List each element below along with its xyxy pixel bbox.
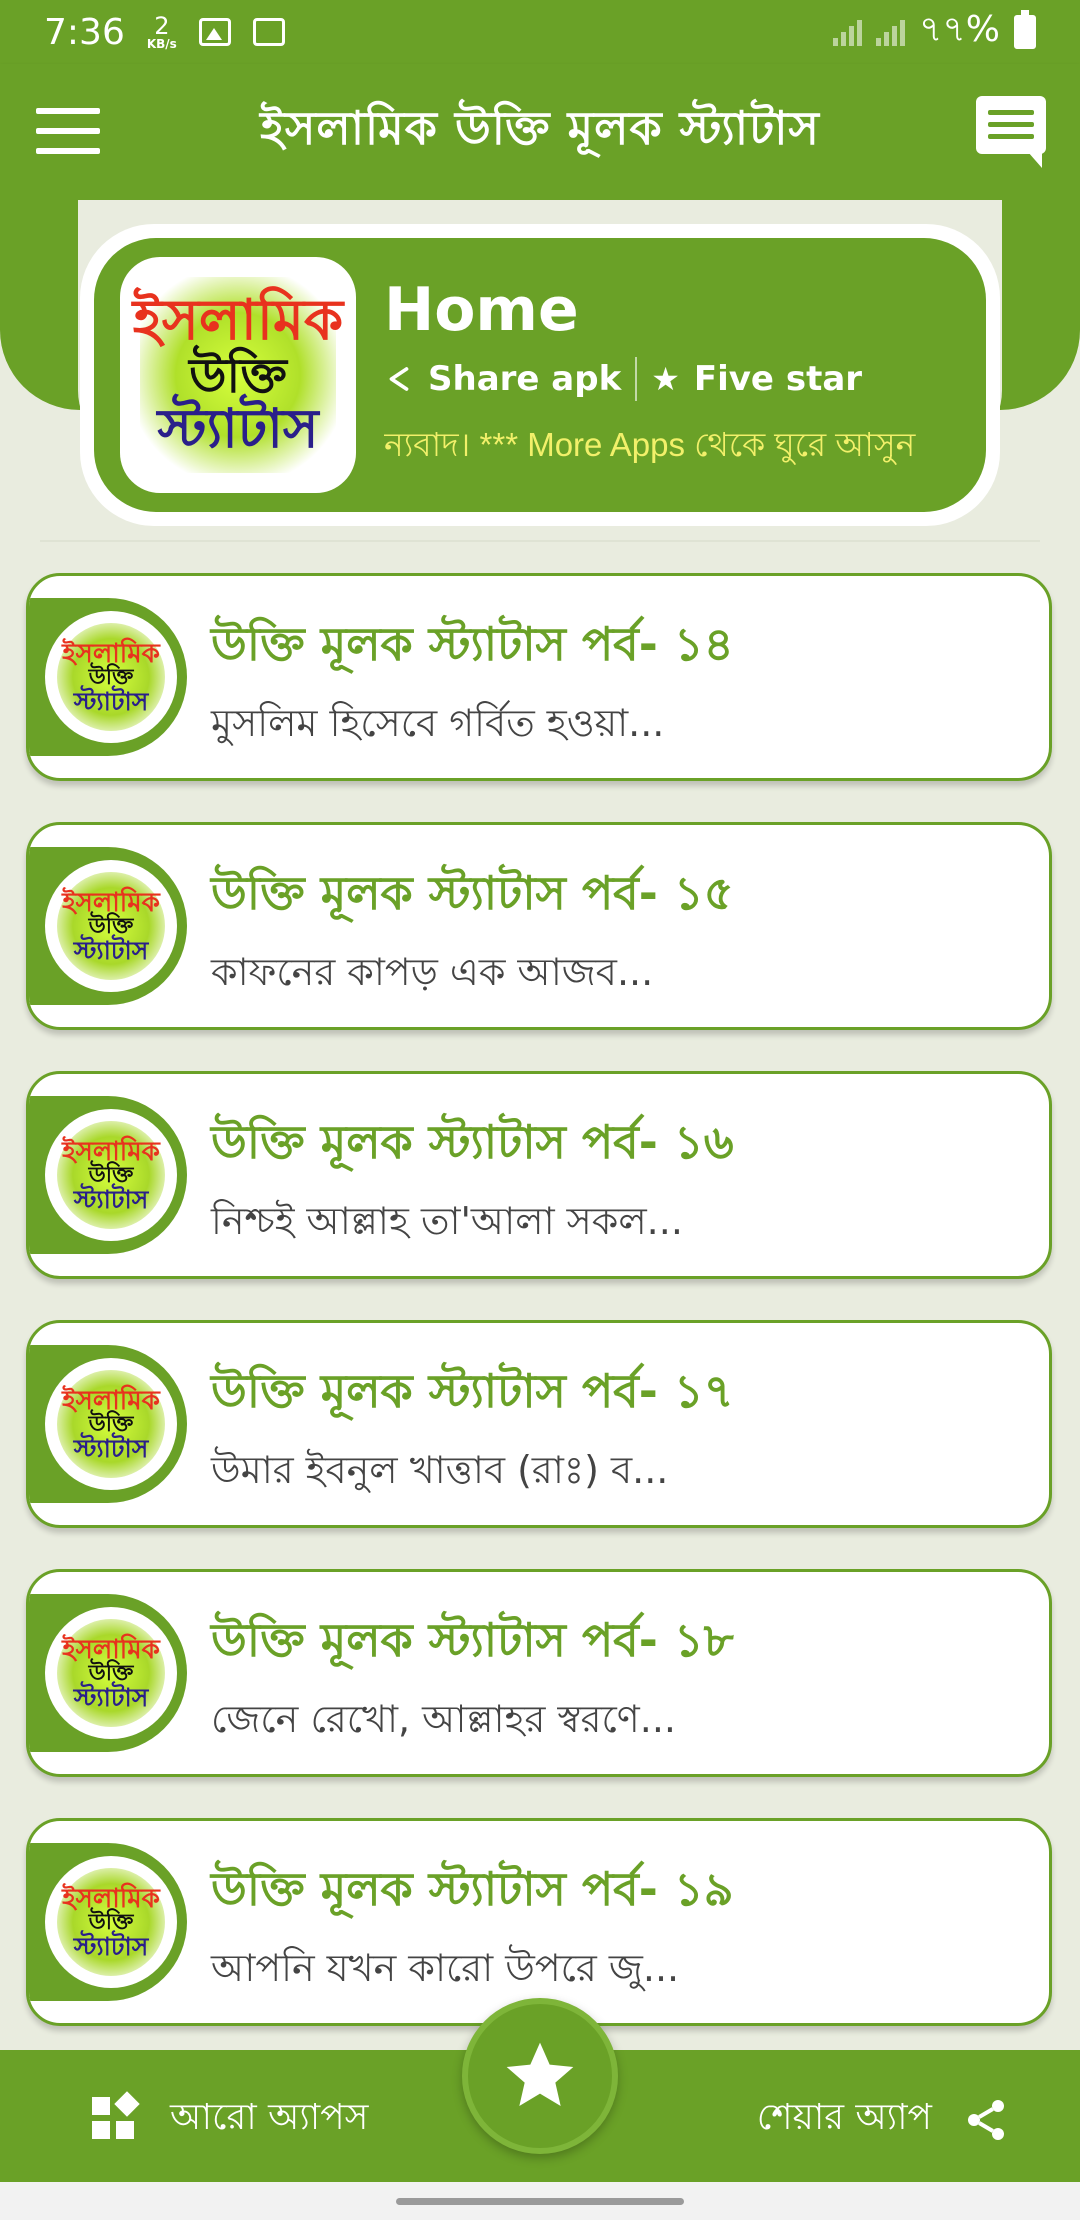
hamburger-menu-icon[interactable]: [36, 108, 100, 154]
share-icon: [968, 2100, 1004, 2140]
battery-icon: [1014, 10, 1036, 49]
item-subtitle: জেনে রেখো, আল্লাহর স্বরণে...: [211, 1697, 676, 1741]
item-logo: ইসলামিক উক্তি স্ট্যাটাস: [45, 860, 177, 992]
item-logo: ইসলামিক উক্তি স্ট্যাটাস: [45, 1109, 177, 1241]
star-icon: [506, 2042, 574, 2106]
more-apps-label: আরো অ্যাপস: [170, 2097, 369, 2138]
list-item[interactable]: ইসলামিক উক্তি স্ট্যাটাস উক্তি মূলক স্ট্যাট…: [26, 573, 1052, 781]
favorite-star-button[interactable]: [462, 1998, 618, 2154]
share-app-label: শেয়ার অ্যাপ: [756, 2097, 932, 2138]
signal-icon-2: [875, 18, 905, 46]
list-item[interactable]: ইসলামিক উক্তি স্ট্যাটাস উক্তি মূলক স্ট্যাট…: [26, 1320, 1052, 1528]
list-item[interactable]: ইসলামিক উক্তি স্ট্যাটাস উক্তি মূলক স্ট্যাট…: [26, 822, 1052, 1030]
logo-line-2: উক্তি: [189, 347, 287, 404]
app-bar: ইসলামিক উক্তি মূলক স্ট্যাটাস: [0, 64, 1080, 200]
item-logo: ইসলামিক উক্তি স্ট্যাটাস: [45, 1358, 177, 1490]
item-title: উক্তি মূলক স্ট্যাটাস পর্ব- ১৯: [211, 1862, 734, 1916]
share-app-button[interactable]: শেয়ার অ্যাপ: [757, 2090, 1010, 2150]
system-nav-bar: [0, 2182, 1080, 2220]
network-speed-unit: KB/s: [146, 37, 177, 51]
status-list: ইসলামিক উক্তি স্ট্যাটাস উক্তি মূলক স্ট্যাট…: [26, 573, 1054, 2067]
item-title: উক্তি মূলক স্ট্যাটাস পর্ব- ১৪: [211, 617, 734, 671]
header-card: ইসলামিক উক্তি স্ট্যাটাস Home Share apk ★…: [80, 224, 1000, 526]
logo-line-3: স্ট্যাটাস: [157, 397, 319, 461]
battery-percent: ৭৭%: [918, 9, 1000, 50]
apps-grid-icon: [92, 2091, 140, 2143]
app-logo: ইসলামিক উক্তি স্ট্যাটাস: [120, 257, 356, 493]
network-speed-value: 2: [154, 12, 170, 40]
share-icon: [389, 367, 409, 391]
share-apk-button[interactable]: Share apk: [384, 359, 621, 399]
marquee-text: ন্যবাদ। *** More Apps থেকে ঘুরে আসুন: [384, 426, 916, 463]
item-subtitle: নিশ্চই আল্লাহ তা'আলা সকল...: [211, 1199, 683, 1243]
translate-icon: [252, 18, 285, 46]
home-gesture-pill[interactable]: [396, 2198, 684, 2205]
actions-divider: [635, 357, 638, 401]
item-subtitle: মুসলিম হিসেবে গর্বিত হওয়া...: [211, 701, 665, 745]
item-title: উক্তি মূলক স্ট্যাটাস পর্ব- ১৫: [211, 866, 734, 920]
share-apk-label: Share apk: [428, 359, 622, 399]
item-title: উক্তি মূলক স্ট্যাটাস পর্ব- ১৮: [211, 1613, 734, 1667]
list-item[interactable]: ইসলামিক উক্তি স্ট্যাটাস উক্তি মূলক স্ট্যাট…: [26, 1818, 1052, 2026]
item-title: উক্তি মূলক স্ট্যাটাস পর্ব- ১৬: [211, 1115, 734, 1169]
list-item[interactable]: ইসলামিক উক্তি স্ট্যাটাস উক্তি মূলক স্ট্যাট…: [26, 1569, 1052, 1777]
app-screen: 7:36 2 KB/s ৭৭% ইসলামিক উক্তি মূলক স্ট্য…: [0, 0, 1080, 2220]
item-subtitle: উমার ইবনুল খাত্তাব (রাঃ) ব...: [211, 1448, 669, 1492]
item-subtitle: আপনি যখন কারো উপরে জু...: [211, 1946, 680, 1990]
status-bar: 7:36 2 KB/s ৭৭%: [0, 0, 1080, 64]
star-icon: ★: [651, 360, 680, 398]
item-title: উক্তি মূলক স্ট্যাটাস পর্ব- ১৭: [211, 1364, 734, 1418]
more-apps-button[interactable]: আরো অ্যাপস: [92, 2090, 368, 2150]
network-speed: 2 KB/s: [147, 14, 177, 50]
app-title: ইসলামিক উক্তি মূলক স্ট্যাটাস: [260, 101, 820, 155]
five-star-button[interactable]: ★ Five star: [651, 359, 862, 399]
divider: [40, 540, 1040, 542]
item-logo: ইসলামিক উক্তি স্ট্যাটাস: [45, 1856, 177, 1988]
gallery-icon: [198, 18, 231, 46]
item-logo: ইসলামিক উক্তি স্ট্যাটাস: [45, 1607, 177, 1739]
five-star-label: Five star: [693, 359, 863, 399]
logo-line-1: ইসলামিক: [132, 288, 344, 354]
message-icon[interactable]: [976, 96, 1048, 168]
list-item[interactable]: ইসলামিক উক্তি স্ট্যাটাস উক্তি মূলক স্ট্যাট…: [26, 1071, 1052, 1279]
status-time: 7:36: [44, 11, 125, 53]
item-subtitle: কাফনের কাপড় এক আজব...: [211, 950, 654, 994]
signal-icon: [832, 18, 862, 46]
header-title: Home: [384, 275, 579, 345]
item-logo: ইসলামিক উক্তি স্ট্যাটাস: [45, 611, 177, 743]
